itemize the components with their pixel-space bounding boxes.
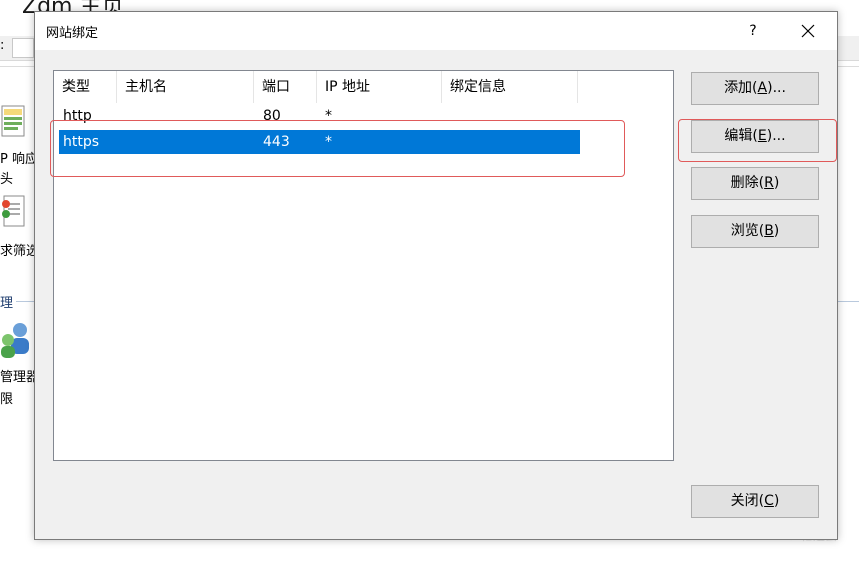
cell-ip: * <box>325 108 332 124</box>
button-accesskey: R <box>764 175 774 191</box>
bindings-list[interactable]: 类型 主机名 端口 IP 地址 绑定信息 http 80 * https 443… <box>53 70 674 461</box>
close-button[interactable]: 关闭(C) <box>691 485 819 518</box>
button-accesskey: C <box>764 493 774 509</box>
button-accesskey: B <box>764 223 774 239</box>
toolbar-label: : <box>0 38 5 53</box>
column-header-ip[interactable]: IP 地址 <box>317 71 442 103</box>
button-accesskey: A <box>757 80 768 96</box>
close-icon[interactable] <box>795 19 821 43</box>
remove-button[interactable]: 删除(R) <box>691 167 819 200</box>
column-header-port[interactable]: 端口 <box>254 71 317 103</box>
table-row[interactable]: https 443 * <box>59 130 580 154</box>
cell-ip: * <box>325 134 332 150</box>
column-header-binding-info[interactable]: 绑定信息 <box>442 71 578 103</box>
dialog-title: 网站绑定 <box>46 26 99 41</box>
table-row[interactable]: http 80 * <box>59 104 580 128</box>
button-label-suffix: )... <box>766 128 786 144</box>
group-label: 理 <box>0 292 17 311</box>
add-button[interactable]: 添加(A)... <box>691 72 819 105</box>
cell-port: 443 <box>263 134 290 150</box>
button-label-suffix: ) <box>773 175 780 191</box>
feature-label: P 响应 <box>0 152 38 167</box>
button-label: 关闭( <box>730 493 765 509</box>
list-header: 类型 主机名 端口 IP 地址 绑定信息 <box>54 71 673 103</box>
button-label-suffix: ) <box>773 223 780 239</box>
cell-port: 80 <box>263 108 281 124</box>
request-filtering-icon[interactable] <box>0 194 26 234</box>
browse-button[interactable]: 浏览(B) <box>691 215 819 248</box>
button-label: 删除( <box>730 175 765 191</box>
column-header-type[interactable]: 类型 <box>54 71 117 103</box>
feature-label: 限 <box>0 392 14 407</box>
address-field[interactable] <box>12 38 34 58</box>
iis-manager-permissions-icon[interactable] <box>0 320 30 364</box>
cell-type: https <box>63 134 100 150</box>
site-bindings-dialog: 网站绑定 ? 类型 主机名 端口 IP 地址 绑定信息 http 80 * ht… <box>34 11 838 540</box>
help-button[interactable]: ? <box>741 19 765 43</box>
button-label: 编辑( <box>724 128 758 144</box>
button-label: 浏览( <box>730 223 765 239</box>
http-response-headers-icon[interactable] <box>0 104 26 142</box>
column-header-host[interactable]: 主机名 <box>117 71 254 103</box>
dialog-titlebar[interactable]: 网站绑定 ? <box>35 12 837 50</box>
button-accesskey: E <box>757 128 767 144</box>
feature-label: 头 <box>0 172 14 187</box>
button-label-suffix: ) <box>773 493 780 509</box>
button-label-suffix: )... <box>767 80 786 96</box>
button-label: 添加( <box>724 80 758 96</box>
cell-type: http <box>63 108 92 124</box>
edit-button[interactable]: 编辑(E)... <box>691 120 819 153</box>
